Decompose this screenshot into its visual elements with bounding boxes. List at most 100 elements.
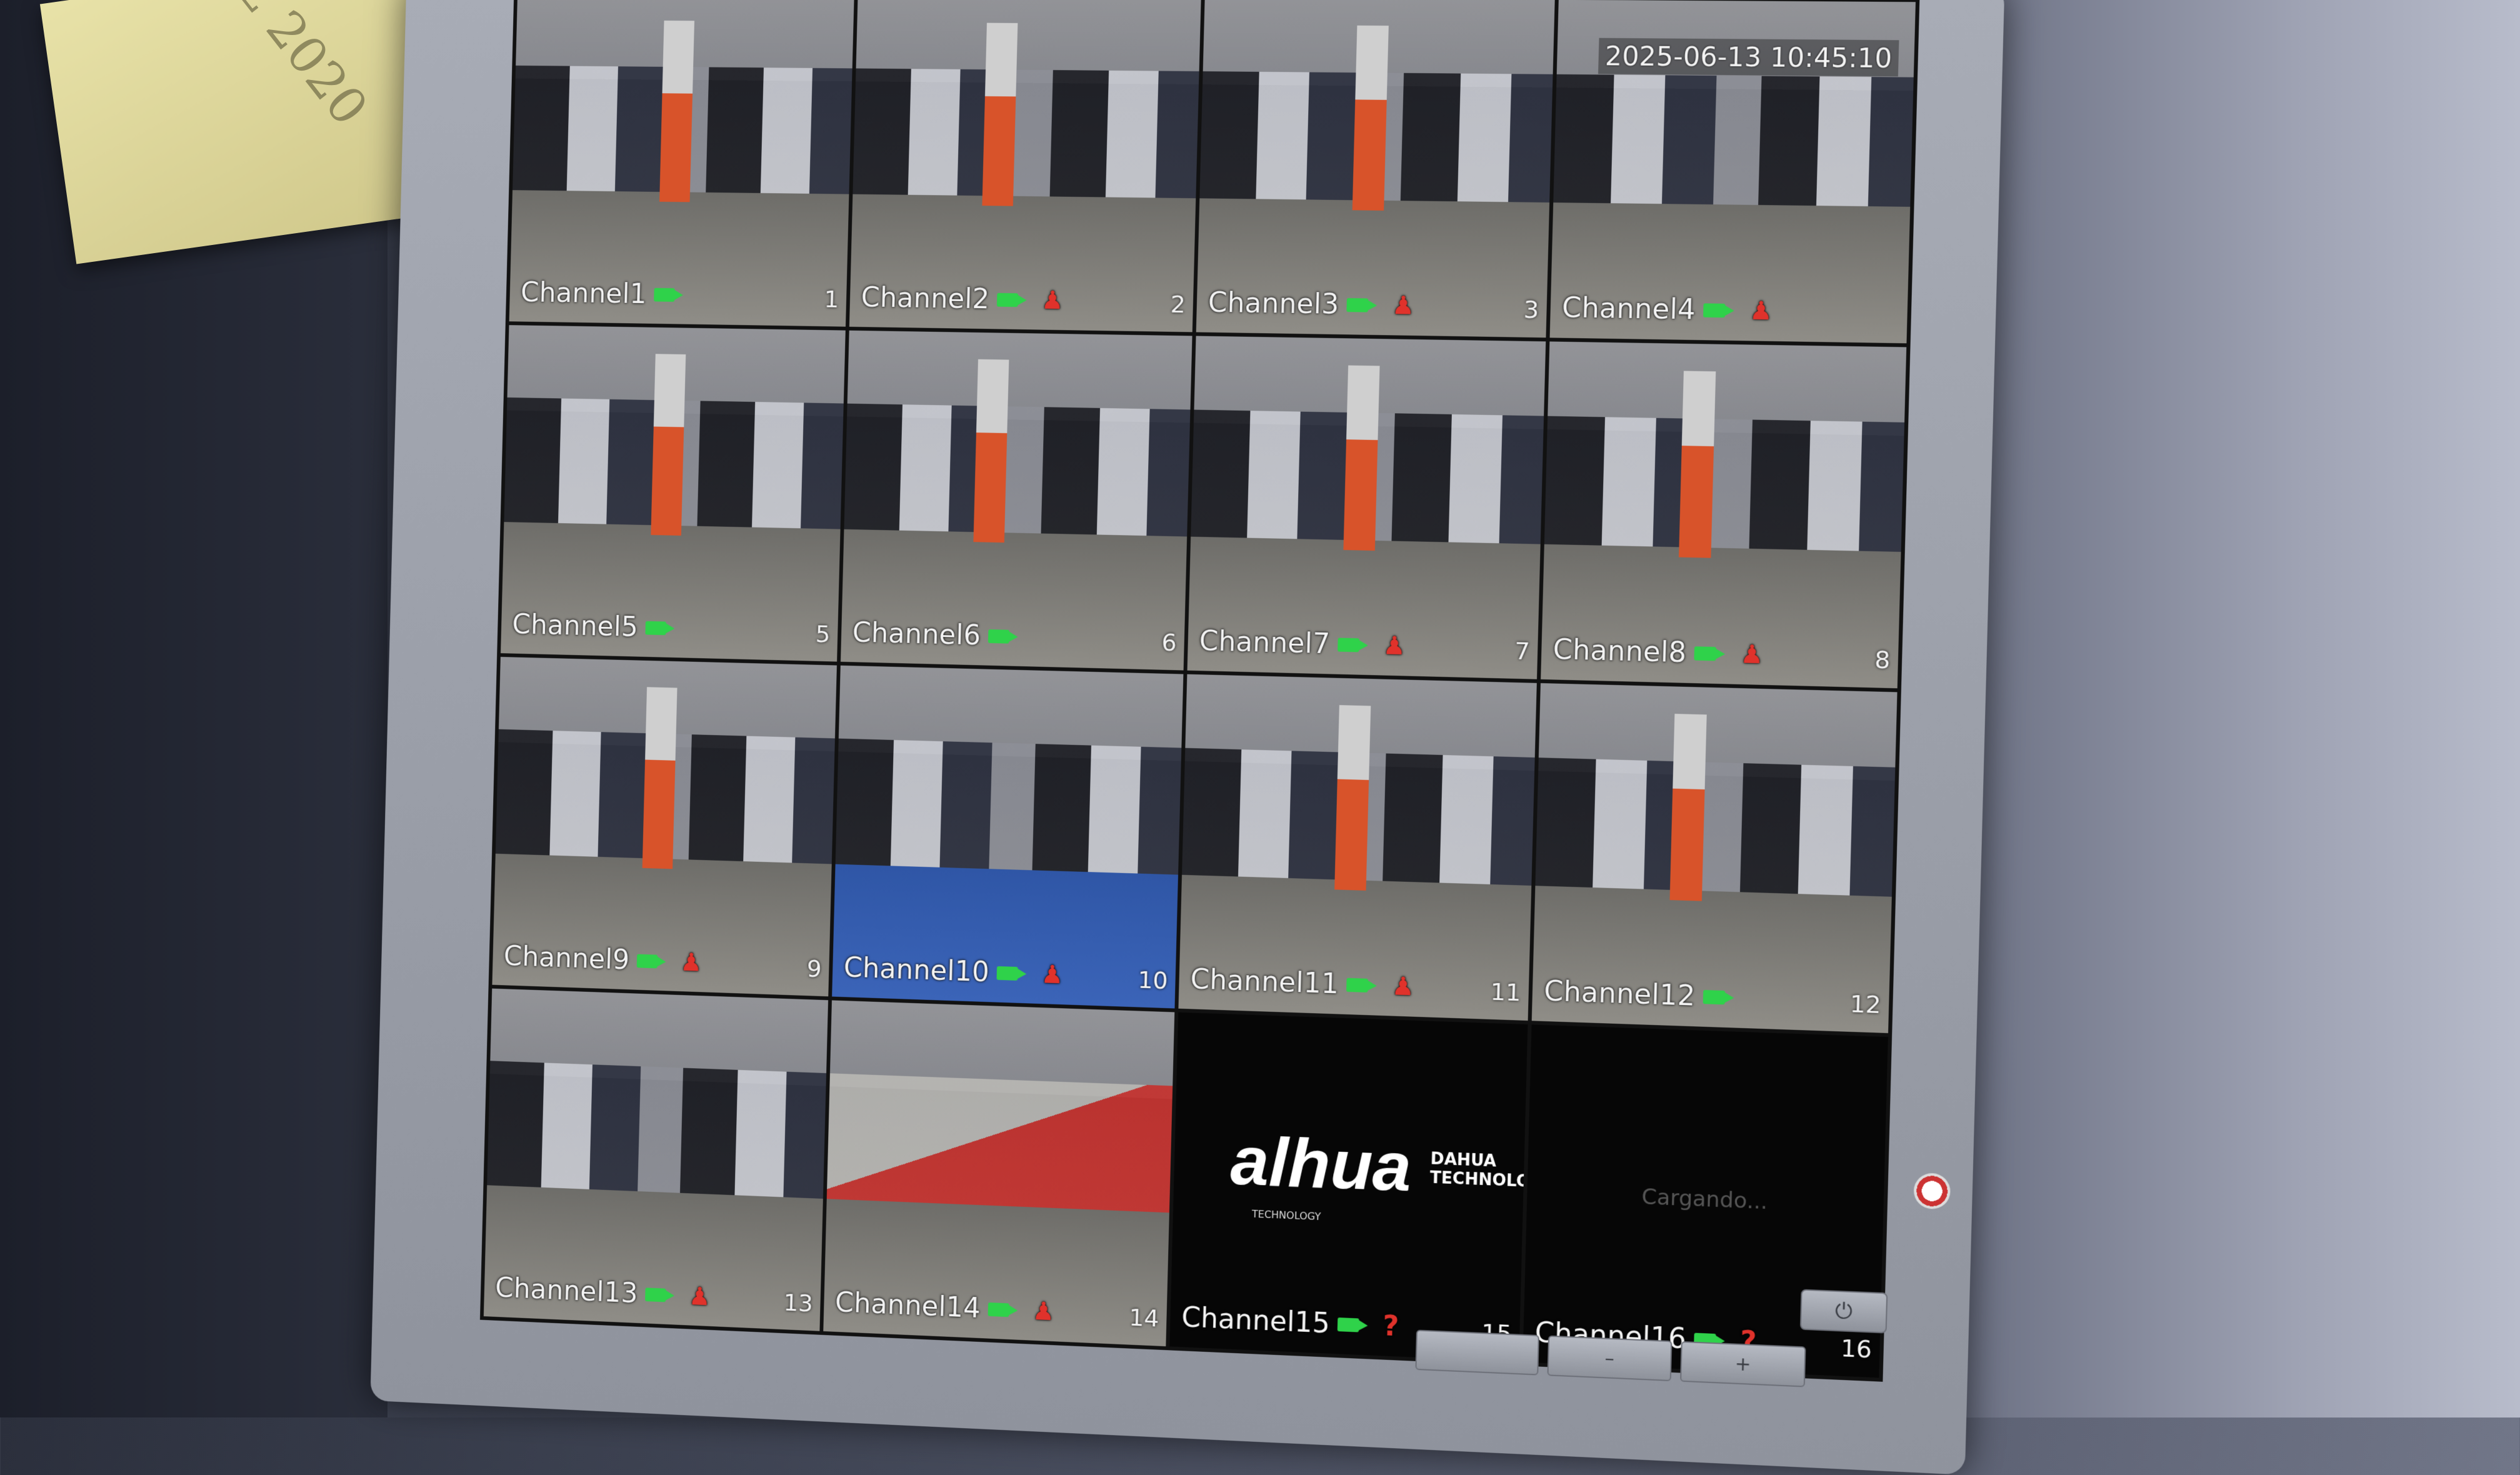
scene-cars — [852, 68, 1199, 205]
question-mark-icon: ? — [1382, 1310, 1399, 1343]
menu-button[interactable] — [1415, 1329, 1539, 1376]
channel-name: Channel9 — [503, 940, 630, 976]
background-wall-right — [1958, 0, 2520, 1418]
scene-pillar — [659, 20, 695, 202]
brand-sub-small: TECHNOLOGY — [1251, 1208, 1321, 1223]
cctv-grid: Channel1 1 Channel2 ♟ 2 Channel3 ♟ 3 2025-06-13 … — [479, 0, 1920, 1382]
plus-button[interactable]: + — [1680, 1341, 1806, 1388]
video-camera-icon — [1702, 989, 1725, 1004]
scene-pillar — [651, 354, 686, 536]
channel-label: Channel8 ♟ — [1552, 634, 1764, 671]
video-camera-icon — [996, 292, 1018, 307]
channel-name: Channel11 — [1189, 963, 1339, 1001]
channel-name: Channel14 — [834, 1286, 981, 1325]
channel-name: Channel3 — [1208, 286, 1339, 321]
channel-label: Channel4 ♟ — [1561, 292, 1772, 328]
scene-pillar — [1352, 25, 1389, 211]
video-camera-icon — [1337, 637, 1359, 652]
camera-tile[interactable]: Channel8 ♟ 8 — [1541, 341, 1907, 689]
video-camera-icon — [1337, 1317, 1359, 1332]
camera-tile[interactable]: Channel2 ♟ 2 — [849, 0, 1201, 332]
video-camera-icon — [988, 629, 1009, 644]
brand-sub-2: TECHNOLOGY — [1429, 1168, 1528, 1192]
channel-label: Channel7 ♟ — [1199, 625, 1406, 662]
scene-cars — [844, 403, 1191, 544]
camera-tile[interactable]: Channel5 5 — [501, 325, 846, 662]
energy-badge — [1913, 1172, 1951, 1210]
scene-pillar — [1334, 704, 1371, 891]
video-camera-icon — [636, 954, 658, 968]
dahua-logo: alhua DAHUA TECHNOLOGY TECHNOLOGY — [1229, 1121, 1528, 1222]
brand-sub-1: DAHUA — [1430, 1149, 1497, 1171]
channel-number: 5 — [815, 620, 831, 648]
scene-cars — [835, 738, 1182, 882]
scene-cars — [486, 1060, 827, 1206]
brand-name: alhua — [1229, 1122, 1412, 1206]
person-alarm-icon: ♟ — [1749, 296, 1773, 326]
channel-name: Channel7 — [1199, 625, 1331, 661]
scene-pillar — [1669, 713, 1707, 901]
video-camera-icon — [1346, 978, 1368, 992]
channel-number: 6 — [1161, 628, 1178, 657]
channel-number: 11 — [1489, 978, 1522, 1007]
channel-name: Channel8 — [1552, 633, 1687, 669]
camera-tile[interactable]: Channel9 ♟ 9 — [492, 656, 837, 997]
channel-name: Channel4 — [1561, 291, 1696, 326]
channel-label: Channel3 ♟ — [1208, 287, 1415, 322]
channel-number: 14 — [1128, 1303, 1160, 1332]
camera-tile[interactable]: Channel12 12 — [1531, 683, 1898, 1034]
camera-tile[interactable]: alhua DAHUA TECHNOLOGY TECHNOLOGY Channel15?… — [1169, 1012, 1528, 1362]
person-alarm-icon: ♟ — [688, 1281, 711, 1311]
channel-label: Channel6 — [852, 617, 1009, 652]
minus-button[interactable]: – — [1547, 1335, 1672, 1382]
scene-cars — [1535, 757, 1896, 904]
channel-label: Channel1 — [521, 277, 675, 311]
brand-subtitle: DAHUA TECHNOLOGY — [1430, 1149, 1528, 1192]
person-alarm-icon: ♟ — [679, 948, 702, 978]
camera-tile[interactable]: Channel7 ♟ 7 — [1187, 336, 1546, 679]
video-camera-icon — [988, 1302, 1009, 1317]
camera-tile[interactable]: Channel13 ♟ 13 — [483, 988, 829, 1331]
channel-name: Channel12 — [1543, 975, 1696, 1012]
camera-tile[interactable]: 2025-06-13 10:45:10 Channel4 ♟ — [1549, 0, 1916, 344]
channel-name: Channel6 — [852, 616, 981, 652]
channel-label: Channel2 ♟ — [861, 282, 1064, 317]
channel-label: Channel5 — [512, 609, 666, 644]
scene-pillar — [642, 687, 678, 869]
person-alarm-icon: ♟ — [1382, 631, 1406, 661]
monitor-bezel: hp Channel11Channel2♟2Channel3♟32025-06-… — [370, 0, 2005, 1475]
channel-number: 7 — [1514, 637, 1531, 666]
video-camera-icon — [996, 966, 1018, 981]
person-alarm-icon: ♟ — [1041, 286, 1064, 315]
video-camera-icon — [1346, 298, 1368, 312]
scene-pillar — [982, 22, 1018, 206]
channel-number: 12 — [1849, 989, 1882, 1019]
channel-name: Channel10 — [843, 951, 990, 989]
person-alarm-icon: ♟ — [1041, 959, 1064, 989]
camera-tile[interactable]: Channel10 ♟ 10 — [832, 665, 1184, 1009]
scene-pillar — [1678, 371, 1716, 558]
channel-number: 3 — [1523, 296, 1539, 324]
channel-name: Channel1 — [520, 276, 648, 310]
scene-pillar — [1343, 365, 1380, 551]
camera-tile[interactable]: Channel6 6 — [840, 330, 1192, 671]
camera-tile[interactable]: Channel1 1 — [509, 0, 854, 327]
video-camera-icon — [1702, 302, 1726, 318]
camera-tile[interactable]: Channel14 ♟ 14 — [823, 1000, 1175, 1347]
channel-name: Channel2 — [861, 281, 990, 316]
channel-number: 10 — [1137, 966, 1169, 995]
channel-number: 16 — [1840, 1334, 1872, 1364]
scene-cars — [1544, 416, 1905, 559]
video-camera-icon — [644, 1287, 666, 1302]
timestamp-overlay: 2025-06-13 10:45:10 — [1598, 38, 1899, 77]
channel-number: 8 — [1874, 646, 1891, 674]
channel-name: Channel15 — [1181, 1301, 1331, 1340]
person-alarm-icon: ♟ — [1391, 971, 1415, 1002]
power-button[interactable]: ⏻ — [1799, 1289, 1888, 1334]
camera-tile[interactable]: Channel3 ♟ 3 — [1196, 0, 1555, 338]
channel-number: 1 — [824, 285, 839, 313]
channel-number: 9 — [806, 954, 822, 983]
camera-tile[interactable]: Channel11 ♟ 11 — [1178, 674, 1537, 1021]
video-camera-icon — [653, 288, 675, 302]
person-alarm-icon: ♟ — [1739, 639, 1764, 669]
